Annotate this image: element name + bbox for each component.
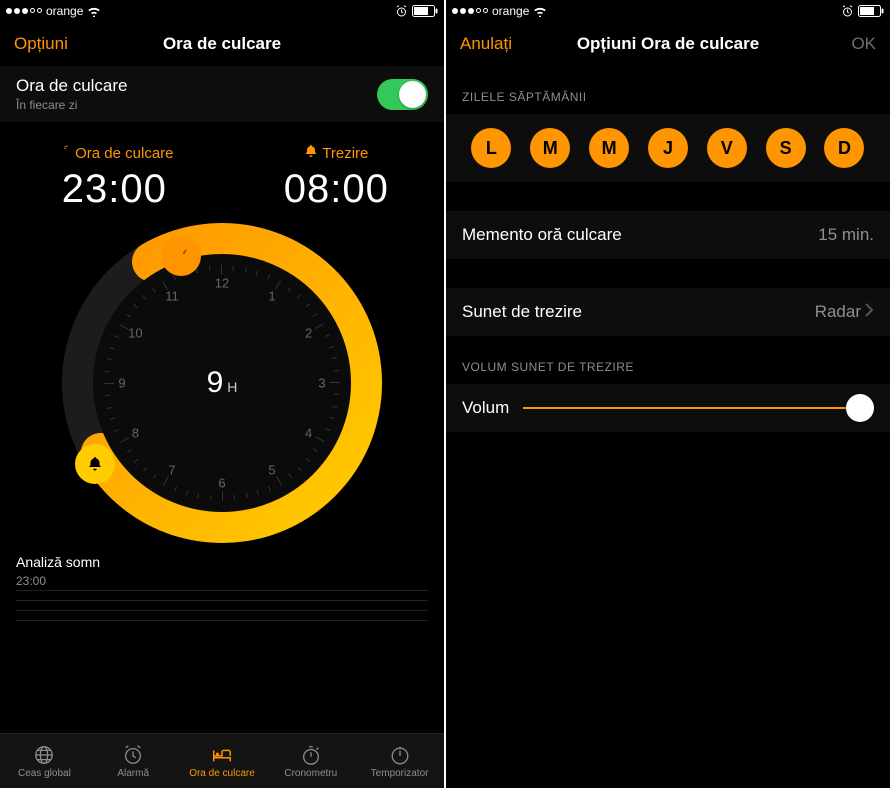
wake-sound-row[interactable]: Sunet de trezire Radar (446, 287, 890, 336)
tab-label: Cronometru (284, 768, 337, 779)
alarm-status-icon (395, 5, 408, 17)
volume-slider[interactable] (523, 398, 874, 418)
sleep-analysis-title: Analiză somn (16, 554, 428, 570)
chevron-right-icon (865, 302, 874, 322)
day-toggle[interactable]: S (766, 128, 806, 168)
timer-icon (388, 744, 412, 766)
volume-label: Volum (462, 398, 509, 418)
tab-world-clock[interactable]: Ceas global (0, 734, 89, 788)
sleep-dial[interactable]: 121234567891011 9 H zz (57, 218, 387, 548)
tab-label: Ceas global (18, 768, 71, 779)
svg-text:z: z (66, 144, 68, 148)
stopwatch-icon (299, 744, 323, 766)
wake-value: 08:00 (284, 167, 389, 212)
battery-icon (858, 5, 884, 17)
signal-strength-icon (6, 8, 42, 14)
wake-handle[interactable] (75, 444, 115, 484)
reminder-row[interactable]: Memento oră culcare 15 min. (446, 210, 890, 259)
bedtime-label: Ora de culcare (75, 145, 173, 162)
day-toggle[interactable]: M (530, 128, 570, 168)
bedtime-enable-subtitle: În fiecare zi (16, 98, 128, 112)
screen-bedtime-options: orange Anulați Opțiuni Ora de culcare OK… (446, 0, 890, 788)
nav-title: Opțiuni Ora de culcare (550, 34, 786, 54)
bell-icon (304, 144, 318, 162)
options-button[interactable]: Opțiuni (14, 34, 104, 54)
clock-number: 5 (268, 462, 275, 477)
bed-icon (210, 744, 234, 766)
carrier-label: orange (492, 4, 529, 18)
wifi-icon (533, 6, 547, 17)
tab-timer[interactable]: Temporizator (355, 734, 444, 788)
days-of-week: L M M J V S D (446, 114, 890, 182)
clock-number: 9 (118, 376, 125, 391)
clock-number: 2 (305, 326, 312, 341)
carrier-label: orange (46, 4, 83, 18)
tab-label: Ora de culcare (189, 768, 255, 779)
bedtime-times: zz Ora de culcare 23:00 Trezire 08:00 (0, 132, 444, 212)
screen-bedtime: orange Opțiuni Ora de culcare Ora de cul… (0, 0, 444, 788)
wifi-icon (87, 6, 101, 17)
clock-number: 3 (318, 376, 325, 391)
ok-button[interactable]: OK (786, 34, 876, 54)
nav-bar: Anulați Opțiuni Ora de culcare OK (446, 22, 890, 66)
globe-icon (32, 744, 56, 766)
reminder-value: 15 min. (818, 225, 874, 245)
bedtime-enable-switch[interactable] (377, 79, 428, 110)
cancel-button[interactable]: Anulați (460, 34, 550, 54)
volume-row: Volum (446, 384, 890, 432)
days-header: ZILELE SĂPTĂMÂNII (446, 66, 890, 114)
day-toggle[interactable]: L (471, 128, 511, 168)
battery-icon (412, 5, 438, 17)
clock-number: 11 (165, 289, 179, 304)
status-bar: orange (446, 0, 890, 22)
clock-number: 7 (168, 462, 175, 477)
clock-number: 10 (128, 326, 142, 341)
alarm-clock-icon (121, 744, 145, 766)
volume-header: VOLUM SUNET DE TREZIRE (446, 336, 890, 384)
tab-bar: Ceas global Alarmă Ora de culcare Cronom… (0, 733, 444, 788)
wake-label: Trezire (322, 145, 368, 162)
signal-strength-icon (452, 8, 488, 14)
slider-thumb[interactable] (846, 394, 874, 422)
clock-number: 1 (268, 289, 275, 304)
sleep-analysis-chart (16, 590, 428, 630)
svg-text:z: z (185, 248, 187, 253)
sleep-analysis[interactable]: Analiză somn 23:00 (0, 548, 444, 630)
clock-number: 12 (215, 276, 229, 291)
status-bar: orange (0, 0, 444, 22)
day-toggle[interactable]: M (589, 128, 629, 168)
bedtime-enable-label: Ora de culcare (16, 76, 128, 96)
day-toggle[interactable]: D (824, 128, 864, 168)
tab-label: Alarmă (117, 768, 149, 779)
tab-stopwatch[interactable]: Cronometru (266, 734, 355, 788)
tab-label: Temporizator (371, 768, 429, 779)
moon-sleep-icon: zz (55, 144, 71, 162)
clock-number: 4 (305, 426, 312, 441)
alarm-status-icon (841, 5, 854, 17)
bedtime-value: 23:00 (55, 167, 173, 212)
nav-bar: Opțiuni Ora de culcare (0, 22, 444, 66)
bedtime-handle[interactable]: zz (161, 236, 201, 276)
clock-number: 8 (132, 426, 139, 441)
tab-bedtime[interactable]: Ora de culcare (178, 734, 267, 788)
bedtime-enable-row: Ora de culcare În fiecare zi (0, 66, 444, 122)
sleep-duration: 9 H (207, 366, 238, 400)
day-toggle[interactable]: J (648, 128, 688, 168)
wake-sound-value: Radar (815, 302, 861, 322)
wake-sound-label: Sunet de trezire (462, 302, 582, 322)
sleep-analysis-time: 23:00 (16, 574, 428, 588)
clock-number: 6 (218, 476, 225, 491)
nav-title: Ora de culcare (104, 34, 340, 54)
day-toggle[interactable]: V (707, 128, 747, 168)
reminder-label: Memento oră culcare (462, 225, 622, 245)
tab-alarm[interactable]: Alarmă (89, 734, 178, 788)
